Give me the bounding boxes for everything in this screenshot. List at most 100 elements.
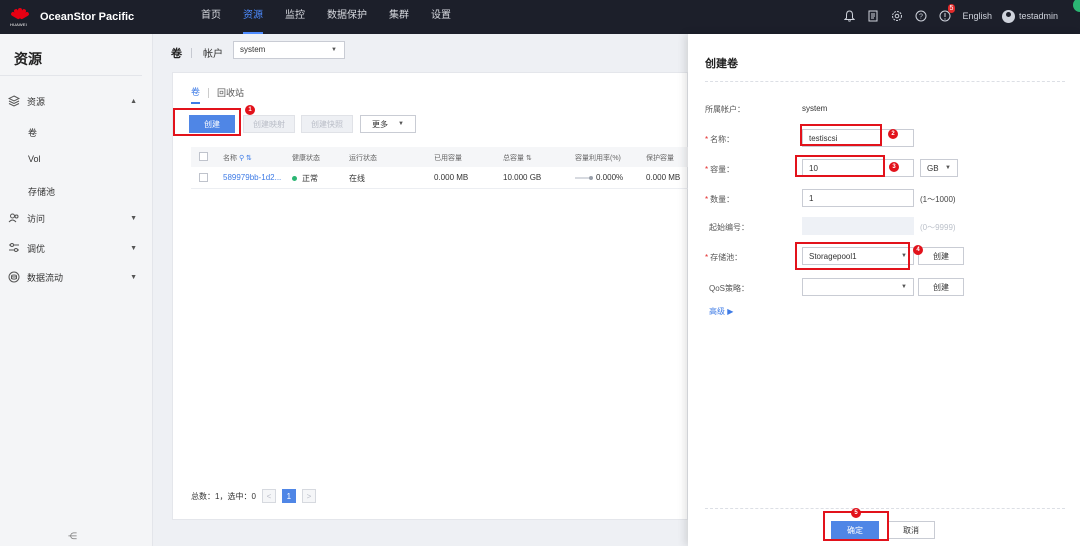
count-input[interactable]: 1 xyxy=(802,189,914,207)
chevron-down-icon: ▼ xyxy=(945,165,951,171)
table-row[interactable]: 589979bb-1d2... 正常 在线 0.000 MB 10.000 GB… xyxy=(191,167,689,189)
total-capacity: 10.000 GB xyxy=(503,173,542,182)
user-menu[interactable]: testadmin xyxy=(1001,9,1058,23)
task-list-icon[interactable] xyxy=(866,9,880,23)
alarm-icon[interactable]: 5 xyxy=(938,4,956,23)
annotation-marker-5: 5 xyxy=(851,508,861,518)
chevron-down-icon: ▼ xyxy=(398,121,404,127)
pagination: 总数：1，选中：0 < 1 > xyxy=(191,489,316,503)
select-all-checkbox[interactable] xyxy=(199,152,208,161)
capacity-unit-select[interactable]: GB ▼ xyxy=(920,159,958,177)
drawer-footer-divider xyxy=(705,508,1065,509)
count-field-label-text: 数量： xyxy=(710,195,735,204)
sort-icon[interactable]: ⇅ xyxy=(526,155,532,162)
top-right-tools: ? 5 English testadmin xyxy=(842,4,1058,23)
nav-data-protection[interactable]: 数据保护 xyxy=(327,0,367,34)
access-icon xyxy=(8,212,20,224)
cancel-button[interactable]: 取消 xyxy=(887,521,935,539)
column-name-label: 名称 xyxy=(223,155,237,162)
column-name: 名称 ⚲ ⇅ xyxy=(223,153,252,163)
page-1-button[interactable]: 1 xyxy=(281,489,296,503)
protect-capacity: 0.000 MB xyxy=(646,173,681,182)
annotation-box-3 xyxy=(795,155,885,177)
more-dropdown[interactable]: 更多 ▼ xyxy=(360,115,416,133)
account-select-value: system xyxy=(240,45,266,54)
caret-down-icon: ▼ xyxy=(130,215,137,222)
annotation-box-1 xyxy=(173,108,241,136)
nav-home[interactable]: 首页 xyxy=(201,0,221,34)
capacity-field-label-text: 容量： xyxy=(710,165,735,174)
utilization-text: 0.000% xyxy=(596,173,624,182)
sidebar-item-storage-pool[interactable]: 存储池 xyxy=(28,185,55,198)
qos-field-label: QoS策略： xyxy=(709,284,750,293)
header-divider xyxy=(191,48,192,58)
brand-small-text: HUAWEI xyxy=(10,22,28,27)
create-mapping-button[interactable]: 创建映射 xyxy=(243,115,295,133)
start-no-range-hint: (0～9999) xyxy=(920,223,956,232)
page-title: 卷 xyxy=(171,48,182,60)
annotation-marker-1: 1 xyxy=(245,105,255,115)
account-field-value: system xyxy=(802,104,828,113)
create-snapshot-button[interactable]: 创建快照 xyxy=(301,115,353,133)
count-field-label: * 数量： xyxy=(705,195,735,204)
name-field-label-text: 名称： xyxy=(710,135,735,144)
chevron-down-icon: ▼ xyxy=(331,47,337,53)
start-no-input[interactable] xyxy=(802,217,914,235)
sidebar-group-tuning[interactable]: 调优 ▼ xyxy=(0,237,153,259)
health-status: 正常 xyxy=(292,173,318,184)
advanced-toggle[interactable]: 高级 ▶ xyxy=(709,306,733,317)
prev-page-button[interactable]: < xyxy=(261,489,276,503)
column-used: 已用容量 xyxy=(434,155,462,162)
qos-policy-select[interactable]: ▼ xyxy=(802,278,914,296)
volume-name-link[interactable]: 589979bb-1d2... xyxy=(223,173,281,182)
main-nav: 首页 资源 监控 数据保护 集群 设置 xyxy=(201,0,473,34)
caret-up-icon: ▲ xyxy=(130,98,137,105)
column-total: 总容量 ⇅ xyxy=(503,153,532,163)
name-field-label: * 名称： xyxy=(705,135,735,144)
sidebar-item-vol[interactable]: Vol xyxy=(28,154,41,164)
sidebar-item-volume[interactable]: 卷 xyxy=(28,126,37,139)
row-checkbox[interactable] xyxy=(199,173,208,182)
alarm-count-badge: 5 xyxy=(947,4,956,13)
sidebar-group-label: 资源 xyxy=(27,96,46,107)
sidebar-collapse-icon[interactable]: ⋲ xyxy=(68,531,77,542)
create-pool-button[interactable]: 创建 xyxy=(918,247,964,265)
tab-divider xyxy=(208,87,210,98)
bell-icon[interactable] xyxy=(842,9,856,23)
table-header: 名称 ⚲ ⇅ 健康状态 运行状态 已用容量 总容量 ⇅ 容量利用率(%) 保护容… xyxy=(191,147,689,167)
account-select[interactable]: system ▼ xyxy=(233,41,345,59)
capacity-unit-value: GB xyxy=(927,164,939,173)
tab-recycle-bin[interactable]: 回收站 xyxy=(217,86,244,103)
nav-settings[interactable]: 设置 xyxy=(431,0,451,34)
volume-panel: 卷 回收站 创建 创建映射 创建快照 更多 ▼ 名称 ⚲ ⇅ 健康状态 运行状态… xyxy=(172,72,689,520)
nav-resources[interactable]: 资源 xyxy=(243,0,263,34)
nav-monitor[interactable]: 监控 xyxy=(285,0,305,34)
pool-field-label: * 存储池： xyxy=(705,253,743,262)
create-qos-button[interactable]: 创建 xyxy=(918,278,964,296)
layers-icon xyxy=(7,95,21,107)
huawei-logo[interactable]: HUAWEI OceanStor Pacific xyxy=(10,7,134,27)
sidebar-group-dataflow[interactable]: 数据流动 ▼ xyxy=(0,266,153,288)
main-header: 卷 帐户 system ▼ xyxy=(153,34,688,72)
column-total-label: 总容量 xyxy=(503,155,524,162)
annotation-box-2 xyxy=(800,124,882,146)
tab-volume[interactable]: 卷 xyxy=(191,85,201,104)
sidebar-group-resources[interactable]: 资源 ▲ xyxy=(0,90,153,112)
assistant-bubble-icon[interactable] xyxy=(1073,0,1080,12)
sidebar: 资源 资源 ▲ 卷 Vol 存储池 访问 ▼ 调优 ▼ 数据流动 ▼ ⋲ xyxy=(0,34,153,546)
svg-text:?: ? xyxy=(919,14,923,21)
next-page-button[interactable]: > xyxy=(301,489,316,503)
capacity-utilization: 0.000% xyxy=(575,173,623,182)
sidebar-group-access[interactable]: 访问 ▼ xyxy=(0,207,153,229)
column-protect: 保护容量 xyxy=(646,155,674,162)
search-icon[interactable]: ⚲ xyxy=(239,155,244,162)
gear-icon[interactable] xyxy=(890,9,904,23)
dataflow-icon xyxy=(8,271,20,283)
help-icon[interactable]: ? xyxy=(914,9,928,23)
language-switch[interactable]: English xyxy=(962,11,992,21)
nav-cluster[interactable]: 集群 xyxy=(389,0,409,34)
sort-icon[interactable]: ⇅ xyxy=(246,155,252,162)
pool-field-label-text: 存储池： xyxy=(710,253,743,262)
volume-tabs: 卷 回收站 xyxy=(191,85,244,104)
annotation-marker-3: 3 xyxy=(889,162,899,172)
